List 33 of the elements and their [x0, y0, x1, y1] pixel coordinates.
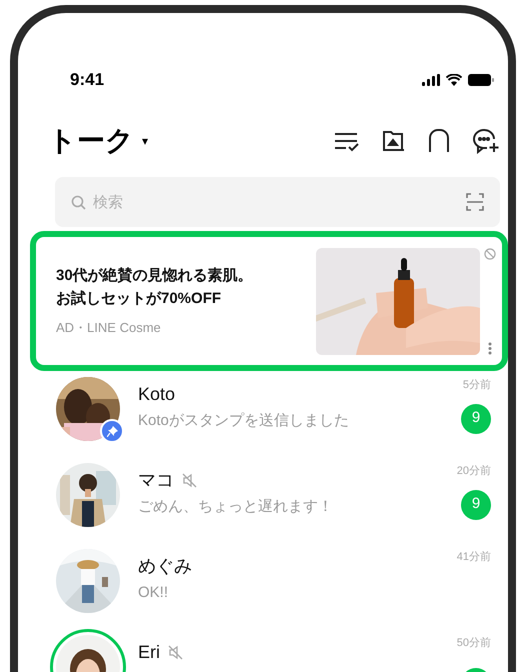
battery-icon [468, 74, 494, 86]
ad-headline: お試しセットが70%OFF [56, 289, 222, 310]
unread-badge: 9 [461, 404, 491, 434]
status-time: 9:41 [70, 69, 104, 92]
ad-source: AD・LINE Cosme [56, 319, 162, 338]
unread-badge: 9 [461, 490, 491, 520]
page-title: トーク [48, 124, 134, 158]
mute-icon [182, 473, 197, 488]
signal-icon [422, 74, 440, 86]
pin-icon [106, 426, 118, 436]
ad-headline: 30代が絶賛の見惚れる素肌。 [56, 266, 254, 286]
mute-icon [168, 645, 183, 660]
message-time: 50分前 [456, 636, 491, 651]
search-icon [71, 195, 86, 210]
search-field[interactable]: 検索 [55, 177, 500, 227]
message-time: 41分前 [456, 550, 491, 565]
more-icon[interactable] [488, 342, 492, 354]
ad-card[interactable]: 30代が絶賛の見惚れる素肌。 お試しセットが70%OFF AD・LINE Cosme [30, 231, 508, 371]
contact-name: めぐみ [138, 555, 192, 578]
checklist-icon[interactable] [334, 130, 360, 152]
wifi-icon [446, 74, 462, 86]
message-time: 5分前 [462, 378, 491, 393]
dropdown-caret[interactable]: ▾ [142, 132, 148, 150]
scan-icon[interactable] [466, 193, 484, 211]
new-chat-icon[interactable] [472, 128, 500, 154]
contact-name: Eri [138, 641, 160, 664]
message-preview: ごめん、ちょっと遅れます！ [138, 497, 334, 517]
message-time: 20分前 [456, 464, 491, 479]
folder-image-icon[interactable] [382, 129, 406, 153]
message-preview: Kotoがスタンプを送信しました [138, 411, 350, 431]
contact-name: Koto [138, 383, 176, 406]
message-preview: OK!! [138, 583, 170, 603]
contact-name: マコ [138, 469, 174, 492]
